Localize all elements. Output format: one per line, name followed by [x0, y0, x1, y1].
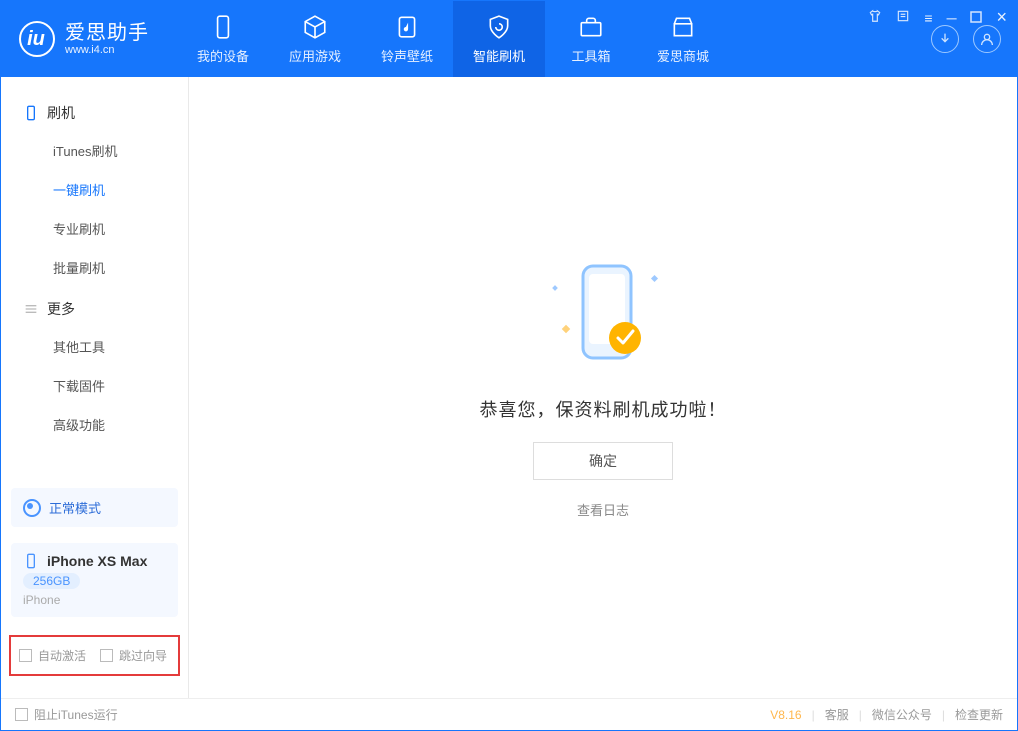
- user-button[interactable]: [973, 25, 1001, 53]
- sidebar-group-more: 更多 其他工具 下载固件 高级功能: [1, 291, 188, 448]
- mode-box: 正常模式: [11, 488, 178, 527]
- maximize-button[interactable]: [970, 10, 982, 26]
- sidebar-item-download-firmware[interactable]: 下载固件: [1, 366, 188, 405]
- checkbox-icon: [15, 708, 28, 721]
- app-name: 爱思助手: [65, 22, 149, 44]
- sidebar: 刷机 iTunes刷机 一键刷机 专业刷机 批量刷机 更多 其他工具 下载固件 …: [1, 77, 189, 698]
- success-message: 恭喜您，保资料刷机成功啦！: [480, 396, 727, 422]
- logo-text: 爱思助手 www.i4.cn: [65, 22, 149, 56]
- separator: |: [859, 708, 862, 722]
- sidebar-group-header: 更多: [1, 291, 188, 327]
- sidebar-item-onekey-flash[interactable]: 一键刷机: [1, 170, 188, 209]
- separator: |: [942, 708, 945, 722]
- minimize-button[interactable]: ─: [947, 10, 957, 26]
- logo-area: iu 爱思助手 www.i4.cn: [19, 21, 149, 57]
- download-button[interactable]: [931, 25, 959, 53]
- checkbox-label: 跳过向导: [119, 647, 167, 664]
- mode-row: 正常模式: [23, 498, 166, 517]
- logo-icon: iu: [19, 21, 55, 57]
- sidebar-group-flash: 刷机 iTunes刷机 一键刷机 专业刷机 批量刷机: [1, 95, 188, 291]
- tab-label: 爱思商城: [657, 46, 709, 65]
- device-name: iPhone XS Max: [47, 553, 147, 569]
- store-icon: [670, 14, 696, 40]
- window-controls: ≡ ─ ×: [868, 7, 1007, 28]
- tab-label: 铃声壁纸: [381, 46, 433, 65]
- titlebar: iu 爱思助手 www.i4.cn 我的设备 应用游戏 铃声壁纸 智能刷机: [1, 1, 1017, 77]
- header-right-icons: [931, 25, 1005, 53]
- phone-small-icon: [23, 105, 39, 121]
- toolbox-icon: [578, 14, 604, 40]
- statusbar: 阻止iTunes运行 V8.16 | 客服 | 微信公众号 | 检查更新: [1, 698, 1017, 730]
- tab-label: 工具箱: [571, 46, 610, 65]
- music-file-icon: [394, 14, 420, 40]
- support-link[interactable]: 客服: [825, 706, 849, 723]
- cube-icon: [302, 14, 328, 40]
- options-highlight-box: 自动激活 跳过向导: [9, 635, 180, 676]
- checkbox-label: 自动激活: [38, 647, 86, 664]
- separator: |: [812, 708, 815, 722]
- phone-icon: [210, 14, 236, 40]
- group-title: 刷机: [47, 103, 75, 123]
- note-icon[interactable]: [896, 9, 910, 26]
- checkbox-block-itunes[interactable]: 阻止iTunes运行: [15, 706, 118, 723]
- device-name-row: iPhone XS Max: [23, 553, 166, 569]
- tab-label: 智能刷机: [473, 46, 525, 65]
- shield-refresh-icon: [486, 14, 512, 40]
- checkbox-auto-activate[interactable]: 自动激活: [19, 647, 86, 664]
- checkbox-icon: [100, 649, 113, 662]
- view-log-link[interactable]: 查看日志: [577, 500, 629, 519]
- main-content: 恭喜您，保资料刷机成功啦！ 确定 查看日志: [189, 77, 1017, 698]
- mode-label: 正常模式: [49, 498, 101, 517]
- ok-button[interactable]: 确定: [533, 442, 673, 480]
- wechat-link[interactable]: 微信公众号: [872, 706, 932, 723]
- tab-label: 我的设备: [197, 46, 249, 65]
- group-title: 更多: [47, 299, 75, 319]
- tab-toolbox[interactable]: 工具箱: [545, 1, 637, 77]
- main-tabs: 我的设备 应用游戏 铃声壁纸 智能刷机 工具箱 爱思商城: [177, 1, 729, 77]
- sidebar-item-pro-flash[interactable]: 专业刷机: [1, 209, 188, 248]
- check-update-link[interactable]: 检查更新: [955, 706, 1003, 723]
- sidebar-item-advanced[interactable]: 高级功能: [1, 405, 188, 444]
- menu-icon[interactable]: ≡: [924, 10, 932, 26]
- tab-smart-flash[interactable]: 智能刷机: [453, 1, 545, 77]
- device-capacity: 256GB: [23, 573, 80, 589]
- tab-label: 应用游戏: [289, 46, 341, 65]
- sidebar-group-header: 刷机: [1, 95, 188, 131]
- shirt-icon[interactable]: [868, 9, 882, 26]
- body: 刷机 iTunes刷机 一键刷机 专业刷机 批量刷机 更多 其他工具 下载固件 …: [1, 77, 1017, 698]
- version-label: V8.16: [770, 708, 801, 722]
- statusbar-right: V8.16 | 客服 | 微信公众号 | 检查更新: [770, 706, 1003, 723]
- mode-dot-icon: [23, 499, 41, 517]
- tab-ringtones-wallpapers[interactable]: 铃声壁纸: [361, 1, 453, 77]
- tab-my-device[interactable]: 我的设备: [177, 1, 269, 77]
- list-icon: [23, 301, 39, 317]
- checkbox-skip-guide[interactable]: 跳过向导: [100, 647, 167, 664]
- app-window: iu 爱思助手 www.i4.cn 我的设备 应用游戏 铃声壁纸 智能刷机: [0, 0, 1018, 731]
- close-button[interactable]: ×: [996, 7, 1007, 28]
- sidebar-item-batch-flash[interactable]: 批量刷机: [1, 248, 188, 287]
- sidebar-item-other-tools[interactable]: 其他工具: [1, 327, 188, 366]
- device-box[interactable]: iPhone XS Max 256GB iPhone: [11, 543, 178, 617]
- tab-store[interactable]: 爱思商城: [637, 1, 729, 77]
- checkbox-label: 阻止iTunes运行: [34, 706, 118, 723]
- tab-apps-games[interactable]: 应用游戏: [269, 1, 361, 77]
- success-illustration: [543, 256, 663, 376]
- checkbox-icon: [19, 649, 32, 662]
- phone-outline-icon: [23, 553, 39, 569]
- sidebar-item-itunes-flash[interactable]: iTunes刷机: [1, 131, 188, 170]
- device-type: iPhone: [23, 593, 166, 607]
- app-domain: www.i4.cn: [65, 44, 149, 56]
